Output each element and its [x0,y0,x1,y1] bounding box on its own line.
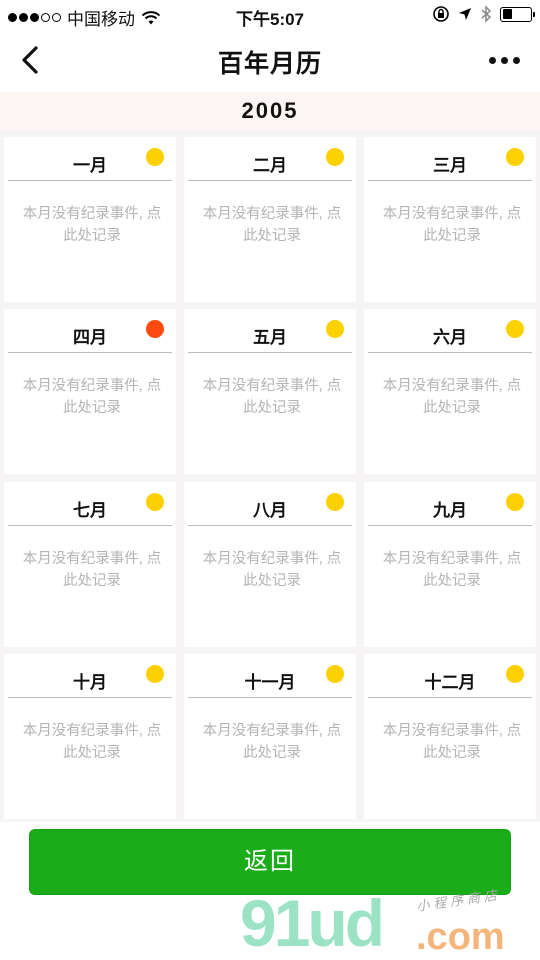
month-card[interactable]: 九月本月没有纪录事件, 点此处记录 [364,482,536,647]
month-status-dot [506,148,524,166]
month-card[interactable]: 七月本月没有纪录事件, 点此处记录 [4,482,176,647]
month-card[interactable]: 四月本月没有纪录事件, 点此处记录 [4,309,176,474]
month-header: 三月 [368,137,532,181]
month-card[interactable]: 十月本月没有纪录事件, 点此处记录 [4,654,176,819]
month-card[interactable]: 一月本月没有纪录事件, 点此处记录 [4,137,176,302]
month-card[interactable]: 十二月本月没有纪录事件, 点此处记录 [364,654,536,819]
month-empty-note[interactable]: 本月没有纪录事件, 点此处记录 [198,720,346,764]
month-status-dot [326,320,344,338]
ellipsis-icon [488,56,496,64]
month-empty-note[interactable]: 本月没有纪录事件, 点此处记录 [378,720,526,764]
month-empty-note[interactable]: 本月没有纪录事件, 点此处记录 [18,203,166,247]
ellipsis-dot [512,56,520,64]
nav-bar: 百年月历 [0,30,540,90]
orientation-lock-icon [433,6,449,22]
month-header: 九月 [368,482,532,526]
month-empty-note[interactable]: 本月没有纪录事件, 点此处记录 [378,548,526,592]
month-status-dot [146,665,164,683]
watermark-brand: 91ud [240,886,385,960]
month-empty-note[interactable]: 本月没有纪录事件, 点此处记录 [18,548,166,592]
month-header: 八月 [188,482,352,526]
month-header: 十一月 [188,654,352,698]
more-menu-button[interactable] [484,48,524,72]
month-header: 一月 [8,137,172,181]
status-right [432,5,535,23]
watermark-logo: 91ud 小程序商店 .com [240,886,540,960]
status-bar: 中国移动 下午5:07 [0,0,540,30]
ellipsis-dot [500,56,508,64]
month-status-dot [506,665,524,683]
month-grid: 一月 本月没有纪录事件, 点此处记录 二月 本月没有纪录事件, 点此处记录 三月 本月没有… [0,130,540,822]
month-empty-note[interactable]: 本月没有纪录事件, 点此处记录 [198,548,346,592]
battery-icon [500,6,535,22]
month-card[interactable]: 五月本月没有纪录事件, 点此处记录 [184,309,356,474]
year-heading: 2005 [0,92,540,130]
watermark-domain: .com [416,916,505,958]
month-header: 十月 [8,654,172,698]
month-status-dot [326,493,344,511]
month-empty-note[interactable]: 本月没有纪录事件, 点此处记录 [378,375,526,419]
month-status-dot [326,665,344,683]
month-empty-note[interactable]: 本月没有纪录事件, 点此处记录 [378,203,526,247]
page-title: 百年月历 [217,50,322,78]
battery-level-fill [502,9,512,19]
month-status-dot [506,493,524,511]
month-card[interactable]: 三月本月没有纪录事件, 点此处记录 [364,137,536,302]
month-status-dot [146,320,164,338]
month-empty-note[interactable]: 本月没有纪录事件, 点此处记录 [198,375,346,419]
month-card[interactable]: 八月本月没有纪录事件, 点此处记录 [184,482,356,647]
month-status-dot [146,148,164,166]
return-button[interactable]: 返回 [29,829,511,895]
month-status-dot [146,493,164,511]
month-card[interactable]: 二月本月没有纪录事件, 点此处记录 [184,137,356,302]
month-card[interactable]: 十一月本月没有纪录事件, 点此处记录 [184,654,356,819]
location-arrow-icon [459,8,471,20]
month-header: 十二月 [368,654,532,698]
month-header: 六月 [368,309,532,353]
month-status-dot [326,148,344,166]
month-header: 四月 [8,309,172,353]
month-header: 二月 [188,137,352,181]
month-empty-note[interactable]: 本月没有纪录事件, 点此处记录 [198,203,346,247]
month-header: 七月 [8,482,172,526]
month-empty-note[interactable]: 本月没有纪录事件, 点此处记录 [18,375,166,419]
month-status-dot [506,320,524,338]
month-card[interactable]: 六月本月没有纪录事件, 点此处记录 [364,309,536,474]
bluetooth-icon [481,5,492,23]
month-empty-note[interactable]: 本月没有纪录事件, 点此处记录 [18,720,166,764]
month-header: 五月 [188,309,352,353]
